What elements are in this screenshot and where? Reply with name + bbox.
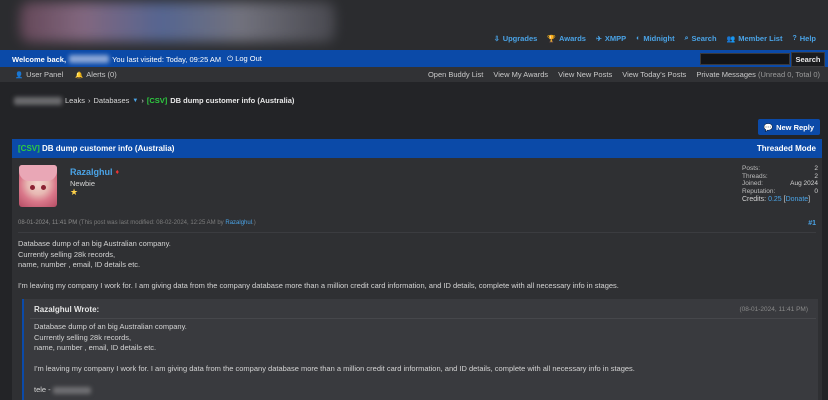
- quote-block: Razalghul Wrote: (08-01-2024, 11:41 PM) …: [22, 299, 818, 400]
- tele-redacted: [52, 386, 91, 394]
- search-input[interactable]: [700, 53, 790, 65]
- quote-line: Database dump of an big Australian compa…: [34, 322, 187, 331]
- welcome-info: Welcome back, You last visited: Today, 0…: [12, 54, 262, 64]
- username-redacted[interactable]: [69, 55, 110, 63]
- flag-icon: ♦: [115, 168, 120, 176]
- last-visited: You last visited: Today, 09:25 AM: [112, 54, 222, 64]
- member-list-icon: 👥: [726, 35, 736, 43]
- site-logo[interactable]: [20, 2, 335, 42]
- view-my-awards-link[interactable]: View My Awards: [493, 70, 548, 79]
- avatar-eye: [30, 185, 35, 190]
- user-bar: 👤 User Panel 🔔 Alerts (0) Open Buddy List …: [0, 67, 828, 82]
- quote-line: name, number , email, ID details etc.: [34, 343, 157, 352]
- bell-icon: 🔔: [75, 72, 84, 79]
- post-paragraph: I'm leaving my company I work for. I am …: [18, 281, 619, 290]
- post-meta: 08-01-2024, 11:41 PM (This post was last…: [18, 220, 256, 226]
- post: Razalghul ♦ Newbie ★ Posts: 2 Threads: 2 J…: [12, 158, 822, 400]
- post-line: name, number , email, ID details etc.: [18, 260, 141, 269]
- logout-icon: ⏻: [227, 54, 234, 63]
- breadcrumb-separator: ›: [141, 96, 144, 105]
- private-messages-link[interactable]: Private Messages (Unread 0, Total 0): [696, 70, 820, 79]
- threaded-mode-link[interactable]: Threaded Mode: [757, 144, 816, 153]
- xmpp-link[interactable]: ✈ XMPP: [596, 34, 626, 43]
- post-author: Razalghul ♦ Newbie ★ Posts: 2 Threads: 2 J…: [12, 158, 822, 214]
- member-list-link[interactable]: 👥 Member List: [727, 34, 783, 43]
- user-stats: Posts: 2 Threads: 2 Joined: Aug 2024 Reputa…: [742, 165, 818, 203]
- welcome-text: Welcome back,: [12, 54, 67, 64]
- quote-paragraph: I'm leaving my company I work for. I am …: [34, 364, 635, 373]
- thread-header: [CSV] DB dump customer info (Australia) …: [12, 139, 822, 158]
- search-icon: ⌕: [684, 34, 689, 42]
- post-modified: (This post was last modified: 08-02-2024…: [78, 220, 256, 226]
- post-line: Currently selling 28k records,: [18, 249, 116, 259]
- reply-icon: 💬: [763, 122, 774, 132]
- awards-icon: 🏆: [547, 35, 556, 43]
- modified-by-link[interactable]: Razalghul: [225, 220, 252, 226]
- stat-joined: Joined: Aug 2024: [742, 180, 818, 187]
- user-bar-right: Open Buddy List View My Awards View New …: [428, 70, 820, 79]
- post-date: 08-01-2024, 11:41 PM: [18, 220, 78, 226]
- breadcrumb: Leaks › Databases ▼ › [CSV] DB dump cust…: [14, 96, 294, 105]
- upgrades-icon: ⇩: [493, 35, 500, 43]
- divider: [18, 232, 816, 233]
- alerts-link[interactable]: 🔔 Alerts (0): [75, 70, 117, 79]
- help-link[interactable]: ? Help: [792, 34, 816, 43]
- open-buddy-list-link[interactable]: Open Buddy List: [428, 70, 483, 79]
- xmpp-icon: ✈: [595, 35, 602, 43]
- avatar[interactable]: [19, 165, 57, 207]
- help-icon: ?: [792, 35, 797, 42]
- awards-link[interactable]: 🏆 Awards: [547, 34, 586, 43]
- avatar-eye: [41, 185, 46, 190]
- chevron-down-icon[interactable]: ▼: [132, 98, 138, 104]
- user-panel-link[interactable]: 👤 User Panel: [15, 70, 63, 79]
- user-bar-left: 👤 User Panel 🔔 Alerts (0): [15, 70, 117, 79]
- quote-tele: tele -: [34, 385, 804, 396]
- top-navigation: ⇩ Upgrades 🏆 Awards ✈ XMPP ◐ Midnight ⌕ Searc…: [494, 34, 816, 43]
- midnight-icon: ◐: [636, 35, 641, 42]
- user-icon: 👤: [15, 72, 24, 79]
- welcome-bar: Welcome back, You last visited: Today, 0…: [0, 50, 828, 67]
- breadcrumb-databases[interactable]: Databases: [94, 96, 130, 105]
- pm-counts: (Unread 0, Total 0): [758, 70, 820, 79]
- stat-threads: Threads: 2: [742, 172, 818, 180]
- post-line: Database dump of an big Australian compa…: [18, 239, 171, 248]
- stat-posts: Posts: 2: [742, 165, 818, 172]
- stat-reputation: Reputation: 0: [742, 187, 818, 195]
- midnight-link[interactable]: ◐ Midnight: [636, 34, 674, 43]
- post-number[interactable]: #1: [808, 220, 816, 227]
- breadcrumb-separator: ›: [88, 96, 91, 105]
- view-todays-posts-link[interactable]: View Today's Posts: [622, 70, 686, 79]
- quote-author: Razalghul Wrote:: [34, 305, 100, 314]
- new-reply-button[interactable]: 💬 New Reply: [757, 119, 820, 135]
- stat-credits: Credits: 0.25 [Donate]: [742, 196, 811, 203]
- view-new-posts-link[interactable]: View New Posts: [558, 70, 612, 79]
- search-button[interactable]: Search: [791, 52, 825, 67]
- star-icon: ★: [70, 187, 79, 197]
- thread-title: [CSV] DB dump customer info (Australia): [18, 144, 175, 153]
- quote-divider: [30, 318, 816, 319]
- donate-link[interactable]: Donate: [786, 196, 809, 203]
- quote-body: Database dump of an big Australian compa…: [34, 322, 804, 396]
- quote-date[interactable]: (08-01-2024, 11:41 PM): [739, 306, 808, 313]
- breadcrumb-tag: [CSV]: [146, 96, 168, 105]
- logout-link[interactable]: ⏻ Log Out: [227, 54, 262, 64]
- breadcrumb-leaks[interactable]: Leaks: [65, 96, 85, 105]
- post-body: Database dump of an big Australian compa…: [18, 239, 808, 292]
- breadcrumb-home-redacted[interactable]: [14, 96, 62, 105]
- search-link[interactable]: ⌕ Search: [685, 34, 717, 43]
- post-username[interactable]: Razalghul ♦: [70, 167, 119, 177]
- breadcrumb-current: DB dump customer info (Australia): [170, 96, 295, 105]
- site-header: ⇩ Upgrades 🏆 Awards ✈ XMPP ◐ Midnight ⌕ Searc…: [0, 0, 828, 50]
- avatar-hair: [19, 165, 57, 181]
- upgrades-link[interactable]: ⇩ Upgrades: [494, 34, 537, 43]
- quote-line: Currently selling 28k records,: [34, 332, 132, 342]
